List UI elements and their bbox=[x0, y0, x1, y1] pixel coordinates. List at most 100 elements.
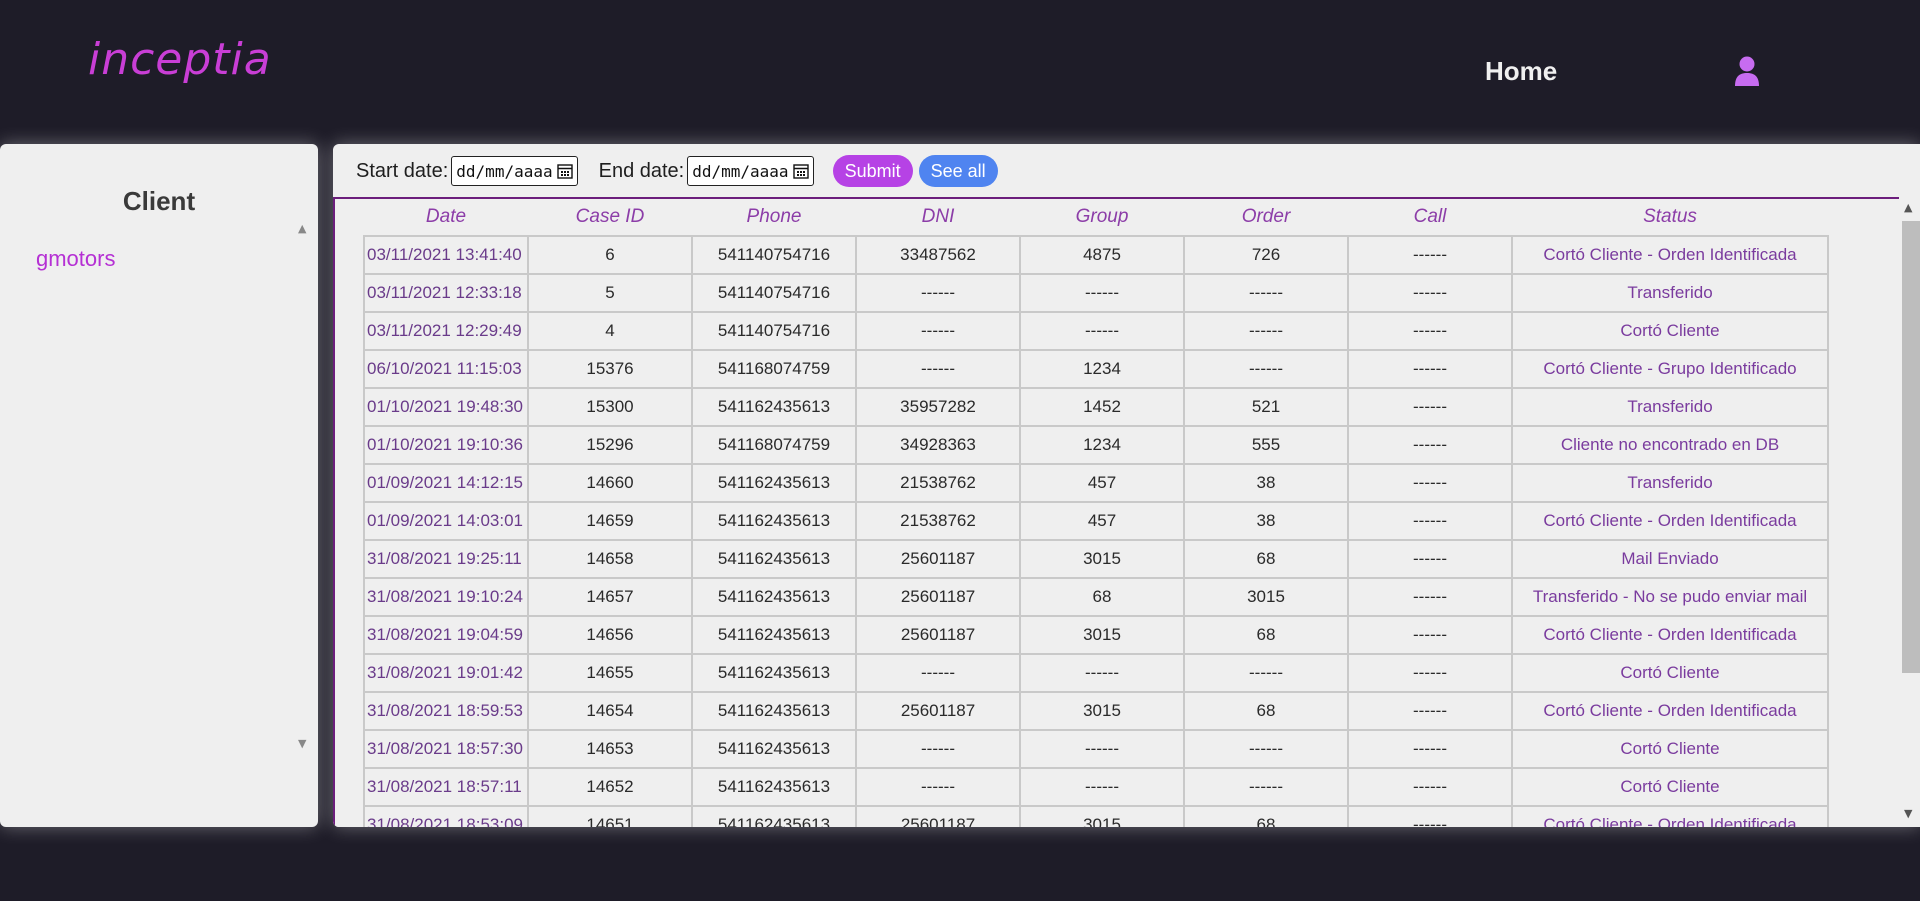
order-cell: 68 bbox=[1183, 691, 1349, 731]
dni-cell: ------ bbox=[855, 349, 1021, 389]
table-row[interactable]: 03/11/2021 12:29:49 4 541140754716 ------ --… bbox=[363, 311, 1829, 351]
date-cell: 31/08/2021 18:59:53 bbox=[363, 691, 529, 731]
date-cell: 01/10/2021 19:48:30 bbox=[363, 387, 529, 427]
group-cell: 1452 bbox=[1019, 387, 1185, 427]
sidebar-scroll-down-icon[interactable]: ▼ bbox=[298, 737, 306, 750]
phone-cell: 541140754716 bbox=[691, 273, 857, 313]
table-row[interactable]: 01/09/2021 14:03:01 14659 541162435613 2153… bbox=[363, 501, 1829, 541]
calendar-icon[interactable] bbox=[792, 163, 809, 179]
scroll-thumb[interactable] bbox=[1902, 221, 1920, 673]
call-cell: ------ bbox=[1347, 349, 1513, 389]
status-cell: Cortó Cliente - Orden Identificada bbox=[1511, 235, 1829, 275]
date-cell: 01/10/2021 19:10:36 bbox=[363, 425, 529, 465]
column-header-phone: Phone bbox=[746, 206, 802, 227]
dni-cell: ------ bbox=[855, 273, 1021, 313]
table-row[interactable]: 01/10/2021 19:48:30 15300 541162435613 3595… bbox=[363, 387, 1829, 427]
table-body: 03/11/2021 13:41:40 6 541140754716 33487562… bbox=[363, 235, 1829, 827]
call-cell: ------ bbox=[1347, 387, 1513, 427]
call-cell: ------ bbox=[1347, 425, 1513, 465]
submit-button[interactable]: Submit bbox=[832, 155, 913, 187]
status-cell: Cliente no encontrado en DB bbox=[1511, 425, 1829, 465]
dni-cell: 35957282 bbox=[855, 387, 1021, 427]
group-cell: ------ bbox=[1019, 311, 1185, 351]
call-cell: ------ bbox=[1347, 235, 1513, 275]
table-row[interactable]: 31/08/2021 18:53:09 14651 541162435613 2560… bbox=[363, 805, 1829, 827]
case-id-cell: 5 bbox=[527, 273, 693, 313]
date-cell: 31/08/2021 18:57:11 bbox=[363, 767, 529, 807]
table-row[interactable]: 06/10/2021 11:15:03 15376 541168074759 ----… bbox=[363, 349, 1829, 389]
scroll-up-icon[interactable]: ▲ bbox=[1904, 201, 1912, 214]
table-row[interactable]: 31/08/2021 19:25:11 14658 541162435613 2560… bbox=[363, 539, 1829, 579]
table-row[interactable]: 31/08/2021 19:01:42 14655 541162435613 ----… bbox=[363, 653, 1829, 693]
call-cell: ------ bbox=[1347, 501, 1513, 541]
group-cell: 3015 bbox=[1019, 691, 1185, 731]
date-cell: 03/11/2021 12:33:18 bbox=[363, 273, 529, 313]
date-cell: 31/08/2021 19:04:59 bbox=[363, 615, 529, 655]
see-all-button[interactable]: See all bbox=[918, 155, 998, 187]
dni-cell: 25601187 bbox=[855, 615, 1021, 655]
start-date-input[interactable]: dd/mm/aaaa bbox=[451, 156, 578, 186]
case-id-cell: 14659 bbox=[527, 501, 693, 541]
date-cell: 03/11/2021 12:29:49 bbox=[363, 311, 529, 351]
scroll-down-icon[interactable]: ▼ bbox=[1904, 807, 1912, 820]
phone-cell: 541162435613 bbox=[691, 463, 857, 503]
table-row[interactable]: 31/08/2021 19:10:24 14657 541162435613 2560… bbox=[363, 577, 1829, 617]
group-cell: 3015 bbox=[1019, 615, 1185, 655]
sidebar-item-gmotors[interactable]: gmotors bbox=[36, 246, 115, 272]
start-date-label: Start date: bbox=[356, 159, 449, 182]
phone-cell: 541162435613 bbox=[691, 805, 857, 827]
column-header-date: Date bbox=[425, 206, 467, 227]
call-cell: ------ bbox=[1347, 805, 1513, 827]
table-row[interactable]: 03/11/2021 12:33:18 5 541140754716 ------ --… bbox=[363, 273, 1829, 313]
order-cell: ------ bbox=[1183, 349, 1349, 389]
date-cell: 06/10/2021 11:15:03 bbox=[363, 349, 529, 389]
sidebar-scroll-up-icon[interactable]: ▲ bbox=[298, 222, 306, 235]
status-cell: Cortó Cliente bbox=[1511, 311, 1829, 351]
date-cell: 01/09/2021 14:03:01 bbox=[363, 501, 529, 541]
table-row[interactable]: 01/09/2021 14:12:15 14660 541162435613 2153… bbox=[363, 463, 1829, 503]
case-id-cell: 15376 bbox=[527, 349, 693, 389]
phone-cell: 541162435613 bbox=[691, 653, 857, 693]
status-cell: Cortó Cliente bbox=[1511, 767, 1829, 807]
table-row[interactable]: 31/08/2021 18:57:30 14653 541162435613 ----… bbox=[363, 729, 1829, 769]
phone-cell: 541162435613 bbox=[691, 577, 857, 617]
dni-cell: 25601187 bbox=[855, 805, 1021, 827]
phone-cell: 541168074759 bbox=[691, 349, 857, 389]
dni-cell: ------ bbox=[855, 311, 1021, 351]
column-header-dni: DNI bbox=[921, 206, 955, 227]
column-header-order: Order bbox=[1241, 206, 1291, 227]
status-cell: Transferido bbox=[1511, 387, 1829, 427]
nav-home-link[interactable]: Home bbox=[1485, 56, 1557, 87]
table-row[interactable]: 31/08/2021 18:57:11 14652 541162435613 ----… bbox=[363, 767, 1829, 807]
status-cell: Mail Enviado bbox=[1511, 539, 1829, 579]
phone-cell: 541162435613 bbox=[691, 691, 857, 731]
main-panel: Start date: dd/mm/aaaa End date: dd/mm/a… bbox=[333, 144, 1920, 827]
dni-cell: 34928363 bbox=[855, 425, 1021, 465]
table-row[interactable]: 03/11/2021 13:41:40 6 541140754716 33487562… bbox=[363, 235, 1829, 275]
order-cell: ------ bbox=[1183, 729, 1349, 769]
date-cell: 31/08/2021 19:01:42 bbox=[363, 653, 529, 693]
calendar-icon[interactable] bbox=[556, 163, 573, 179]
group-cell: 457 bbox=[1019, 463, 1185, 503]
phone-cell: 541140754716 bbox=[691, 311, 857, 351]
table-scrollbar[interactable]: ▲ ▼ bbox=[1899, 197, 1920, 827]
case-id-cell: 14652 bbox=[527, 767, 693, 807]
column-header-call: Call bbox=[1413, 206, 1447, 227]
end-date-input[interactable]: dd/mm/aaaa bbox=[687, 156, 814, 186]
date-cell: 31/08/2021 18:53:09 bbox=[363, 805, 529, 827]
phone-cell: 541162435613 bbox=[691, 539, 857, 579]
call-cell: ------ bbox=[1347, 691, 1513, 731]
table-row[interactable]: 31/08/2021 18:59:53 14654 541162435613 2560… bbox=[363, 691, 1829, 731]
date-cell: 31/08/2021 19:25:11 bbox=[363, 539, 529, 579]
status-cell: Cortó Cliente bbox=[1511, 729, 1829, 769]
status-cell: Cortó Cliente - Orden Identificada bbox=[1511, 501, 1829, 541]
dni-cell: 33487562 bbox=[855, 235, 1021, 275]
phone-cell: 541162435613 bbox=[691, 615, 857, 655]
table-row[interactable]: 31/08/2021 19:04:59 14656 541162435613 2560… bbox=[363, 615, 1829, 655]
brand-logo[interactable]: inceptia bbox=[88, 34, 272, 85]
user-icon[interactable] bbox=[1734, 56, 1760, 86]
status-cell: Cortó Cliente - Orden Identificada bbox=[1511, 691, 1829, 731]
table-row[interactable]: 01/10/2021 19:10:36 15296 541168074759 3492… bbox=[363, 425, 1829, 465]
order-cell: 68 bbox=[1183, 615, 1349, 655]
date-cell: 31/08/2021 19:10:24 bbox=[363, 577, 529, 617]
